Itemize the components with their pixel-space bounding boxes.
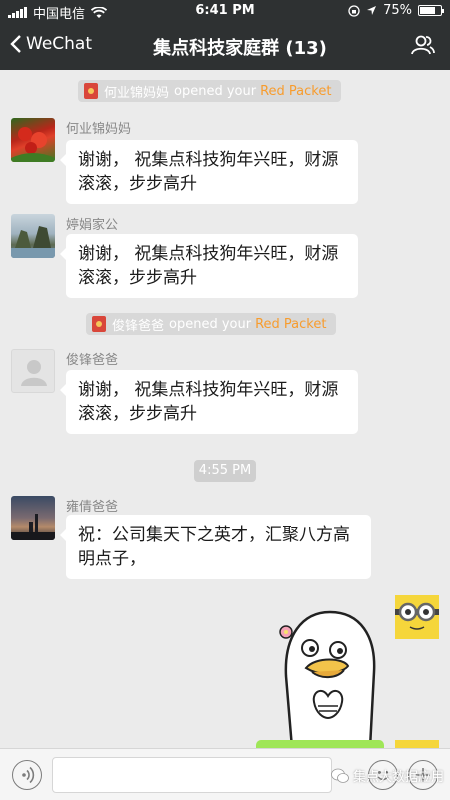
voice-icon [22,766,35,784]
sender-name: 雍倩爸爸 [66,500,119,515]
voice-button[interactable] [12,760,42,790]
message-line: 谢谢， 祝集点科技狗年兴旺，财源 [78,380,339,400]
notice-text: opened your [169,316,252,332]
avatar-image [11,226,55,258]
chevron-left-icon [10,35,21,53]
notice-name: 何业锦妈妈 [104,85,170,101]
duck-sticker[interactable] [272,606,390,748]
default-avatar-icon [21,360,47,386]
status-bar: 中国电信 6:41 PM 75% [0,0,450,22]
message-line: 谢谢， 祝集点科技狗年兴旺，财源 [78,150,339,170]
avatar[interactable] [11,214,55,258]
message-line: 谢谢， 祝集点科技狗年兴旺，财源 [78,244,339,264]
message-bubble[interactable]: 祝：公司集天下之英才，汇聚八方高 明点子， [60,515,371,579]
message-line: 祝：公司集天下之英才，汇聚八方高 [78,525,350,545]
message-line: 滚滚，步步高升 [78,404,197,424]
notice-text: opened your [174,83,257,99]
rotation-lock-icon [348,4,360,17]
battery-icon [418,5,444,16]
message-bubble[interactable]: 谢谢， 祝集点科技狗年兴旺，财源 滚滚，步步高升 [60,234,358,298]
avatar[interactable] [11,349,55,393]
chat-title: 集点科技家庭群 (13) [153,38,327,59]
message-line: 明点子， [78,549,146,569]
red-packet-link[interactable]: Red Packet [255,317,326,332]
message-line: 滚滚，步步高升 [78,268,197,288]
watermark: 集点大数据应用 [331,766,444,785]
back-label: WeChat [26,34,92,54]
message-input[interactable] [52,757,332,793]
avatar[interactable] [11,118,55,162]
red-packet-icon [92,316,106,332]
watermark-text: 集点大数据应用 [352,770,444,785]
avatar-image [11,514,55,540]
red-packet-link[interactable]: Red Packet [260,84,331,99]
timestamp: 4:55 PM [194,460,256,482]
minion-avatar[interactable] [395,595,439,639]
people-icon[interactable] [410,34,436,56]
battery-percent: 75% [383,3,412,18]
header: 中国电信 6:41 PM 75% WeChat 集点科技家庭群 (13) [0,0,450,70]
notice-name: 俊锋爸爸 [112,318,165,334]
message-line: 滚滚，步步高升 [78,174,197,194]
red-packet-notice: 何业锦妈妈 opened your Red Packet [78,80,342,102]
avatar-image [11,127,55,162]
sender-name: 婷娟家公 [66,218,119,233]
avatar[interactable] [11,496,55,540]
nav-bar: WeChat 集点科技家庭群 (13) [0,24,450,68]
red-packet-icon [84,83,98,99]
location-icon [367,6,377,15]
sender-name: 何业锦妈妈 [66,122,132,137]
sender-name: 俊锋爸爸 [66,353,119,368]
red-packet-notice: 俊锋爸爸 opened your Red Packet [86,313,337,335]
message-bubble[interactable]: 谢谢， 祝集点科技狗年兴旺，财源 滚滚，步步高升 [60,370,358,434]
message-bubble[interactable]: 谢谢， 祝集点科技狗年兴旺，财源 滚滚，步步高升 [60,140,358,204]
back-button[interactable]: WeChat [10,34,92,54]
wechat-logo-icon [331,768,349,783]
